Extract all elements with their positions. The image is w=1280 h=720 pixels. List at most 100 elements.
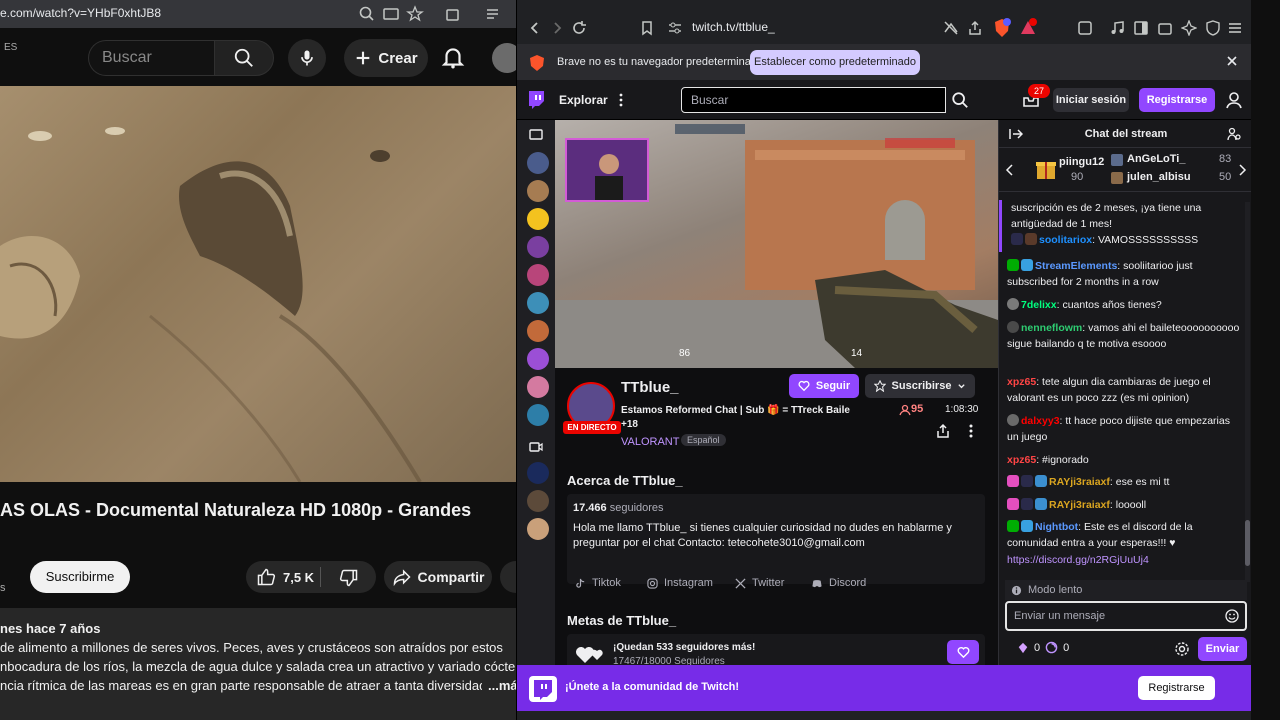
emote-picker-icon[interactable] — [1225, 609, 1239, 623]
gifter-name[interactable]: piingu12 — [1059, 156, 1104, 168]
brave-shields-icon[interactable] — [993, 18, 1011, 38]
discord-invite-link[interactable]: https://discord.gg/n2RGjUuUj4 — [1007, 554, 1149, 566]
channel-points[interactable]: 0 0 — [1017, 641, 1069, 654]
chevron-left-icon[interactable] — [1005, 164, 1015, 176]
channel-avatar[interactable] — [527, 348, 549, 370]
close-infobar-icon[interactable] — [1226, 55, 1238, 67]
chat-settings-gear-icon[interactable] — [1174, 641, 1190, 657]
gifter-name[interactable]: AnGeLoTi_ — [1127, 153, 1185, 165]
vpn-shield-icon[interactable] — [1205, 20, 1221, 36]
brave-rewards-icon[interactable] — [1019, 18, 1037, 38]
subscribe-button[interactable]: Suscribirse — [865, 374, 975, 398]
instagram-link[interactable]: Instagram — [647, 576, 713, 590]
channel-avatar[interactable] — [527, 462, 549, 484]
chevron-right-icon[interactable] — [1237, 164, 1247, 176]
chat-link[interactable]: https://discord.gg/n2RGjUuUj4 — [1007, 552, 1241, 568]
channel-avatar[interactable] — [527, 292, 549, 314]
goal-follow-button[interactable] — [947, 640, 979, 664]
media-icon[interactable] — [484, 5, 502, 23]
login-button[interactable]: Iniciar sesión — [1053, 88, 1129, 112]
channel-avatar[interactable] — [527, 518, 549, 540]
channel-avatar[interactable] — [527, 236, 549, 258]
tiktok-link[interactable]: Tiktok — [575, 576, 621, 590]
more-vertical-icon[interactable] — [618, 92, 624, 108]
chat-input[interactable]: Enviar un mensaje — [1005, 601, 1247, 631]
share-icon[interactable] — [935, 423, 951, 439]
discord-link[interactable]: Discord — [811, 576, 866, 590]
thumbs-down-icon[interactable] — [339, 568, 359, 588]
no-tracking-icon[interactable] — [943, 20, 959, 36]
sidebar-icon[interactable] — [1133, 20, 1149, 36]
menu-hamburger-icon[interactable] — [1227, 20, 1243, 36]
chat-username[interactable]: StreamElements — [1035, 260, 1117, 272]
follow-button[interactable]: Seguir — [789, 374, 859, 398]
forward-arrow-icon[interactable] — [549, 20, 565, 36]
twitter-link[interactable]: Twitter — [735, 576, 784, 590]
user-menu-icon[interactable] — [1224, 90, 1244, 110]
chat-username[interactable]: 7delixx — [1021, 299, 1057, 311]
game-category-link[interactable]: VALORANT — [621, 436, 679, 448]
yt-url[interactable]: e.com/watch?v=YHbF0xhtJB8 — [0, 6, 161, 20]
thumbs-up-icon[interactable] — [256, 567, 276, 587]
language-tag[interactable]: Español — [681, 434, 726, 446]
channel-avatar[interactable] — [527, 208, 549, 230]
set-default-button[interactable]: Establecer como predeterminado — [750, 50, 920, 75]
leo-ai-icon[interactable] — [1181, 20, 1197, 36]
voice-search-button[interactable] — [288, 39, 326, 77]
chat-scrollbar[interactable] — [1245, 202, 1250, 582]
music-note-icon[interactable] — [1109, 20, 1125, 36]
chat-username[interactable]: RAYji3raiaxf — [1049, 476, 1110, 488]
recommended-channels-icon[interactable] — [529, 128, 543, 142]
community-icon[interactable] — [1227, 127, 1241, 141]
scrollbar-thumb[interactable] — [1245, 520, 1250, 566]
channel-name[interactable]: TTblue_ — [621, 379, 679, 396]
twitch-logo-icon[interactable] — [526, 90, 546, 110]
video-camera-icon[interactable] — [529, 440, 543, 454]
explore-link[interactable]: Explorar — [559, 93, 608, 107]
description-more-link[interactable]: ...má — [488, 678, 516, 693]
register-button[interactable]: Registrarse — [1139, 88, 1215, 112]
channel-avatar[interactable] — [527, 180, 549, 202]
wallet-icon[interactable] — [1157, 20, 1173, 36]
chat-username[interactable]: soolitariox — [1039, 234, 1092, 246]
yt-search-input[interactable]: Buscar — [88, 40, 214, 76]
chat-username[interactable]: dalxyy3 — [1021, 415, 1060, 427]
site-settings-icon[interactable] — [667, 20, 683, 36]
chat-username[interactable]: RAYji3raiaxf — [1049, 499, 1110, 511]
cast-icon[interactable] — [382, 5, 400, 23]
channel-avatar[interactable] — [527, 404, 549, 426]
bookmark-icon[interactable] — [639, 20, 655, 36]
zoom-icon[interactable] — [358, 5, 376, 23]
chat-username[interactable]: xpz65 — [1007, 454, 1036, 466]
twitch-search-button[interactable] — [947, 87, 973, 113]
channel-avatar[interactable] — [527, 490, 549, 512]
create-button[interactable]: Crear — [344, 39, 428, 77]
channel-avatar[interactable] — [527, 264, 549, 286]
chat-username[interactable]: Nightbot — [1035, 521, 1078, 533]
banner-register-button[interactable]: Registrarse — [1138, 676, 1215, 700]
chat-username[interactable]: nenneflowm — [1021, 322, 1082, 334]
user-avatar[interactable] — [492, 43, 516, 73]
channel-avatar[interactable] — [527, 152, 549, 174]
gifter-name[interactable]: julen_albisu — [1127, 171, 1191, 183]
twitch-search-input[interactable]: Buscar — [681, 87, 946, 113]
send-button[interactable]: Enviar — [1198, 637, 1247, 661]
extensions-icon[interactable] — [444, 5, 462, 23]
subscribe-button[interactable]: Suscribirme — [30, 561, 130, 593]
more-options-icon[interactable] — [963, 423, 979, 439]
back-arrow-icon[interactable] — [527, 20, 543, 36]
translate-icon[interactable] — [1077, 20, 1093, 36]
channel-avatar[interactable] — [527, 376, 549, 398]
notifications-bell-icon[interactable] — [440, 44, 466, 70]
yt-search-button[interactable] — [214, 40, 274, 76]
share-button[interactable]: Compartir — [384, 561, 492, 593]
share-page-icon[interactable] — [967, 20, 983, 36]
channel-avatar[interactable] — [527, 320, 549, 342]
address-bar-url[interactable]: twitch.tv/ttblue_ — [692, 20, 775, 34]
chat-username[interactable]: xpz65 — [1007, 376, 1036, 388]
video-player[interactable] — [0, 86, 516, 482]
bookmark-star-icon[interactable] — [406, 5, 424, 23]
reload-icon[interactable] — [571, 20, 587, 36]
stream-player[interactable]: 86 14 — [555, 120, 998, 368]
more-actions-button[interactable] — [500, 561, 516, 593]
